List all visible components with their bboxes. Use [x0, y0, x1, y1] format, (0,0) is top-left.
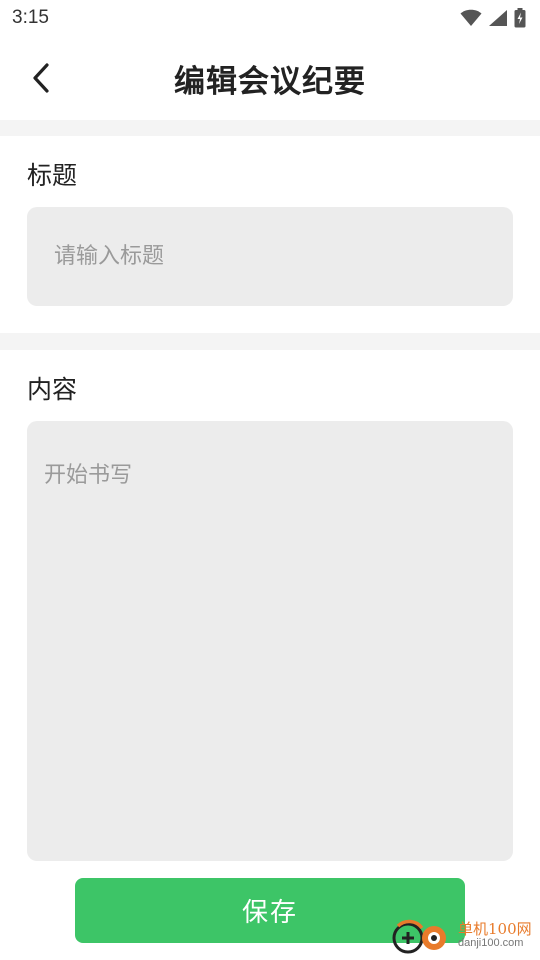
nav-bar: 编辑会议纪要 [0, 36, 540, 120]
watermark-logo-icon [392, 919, 446, 954]
chevron-left-icon [33, 63, 49, 93]
content-label: 内容 [27, 375, 78, 404]
watermark-text: 单机100网 danji100.com [458, 922, 532, 949]
section-divider [0, 333, 540, 350]
status-bar: 3:15 [0, 0, 540, 36]
battery-charging-icon [514, 8, 526, 28]
title-label: 标题 [27, 161, 78, 190]
status-time: 3:15 [12, 7, 49, 28]
cellular-signal-icon [489, 10, 507, 26]
page-title: 编辑会议纪要 [174, 63, 366, 100]
back-button[interactable] [20, 56, 64, 100]
watermark: 单机100网 danji100.com [388, 912, 540, 960]
watermark-name: 单机100网 [458, 920, 532, 939]
status-icons [460, 8, 526, 28]
wifi-icon [460, 9, 482, 27]
content-textarea[interactable] [27, 421, 513, 861]
watermark-url: danji100.com [458, 937, 524, 950]
title-input[interactable] [27, 207, 513, 306]
section-divider [0, 120, 540, 136]
